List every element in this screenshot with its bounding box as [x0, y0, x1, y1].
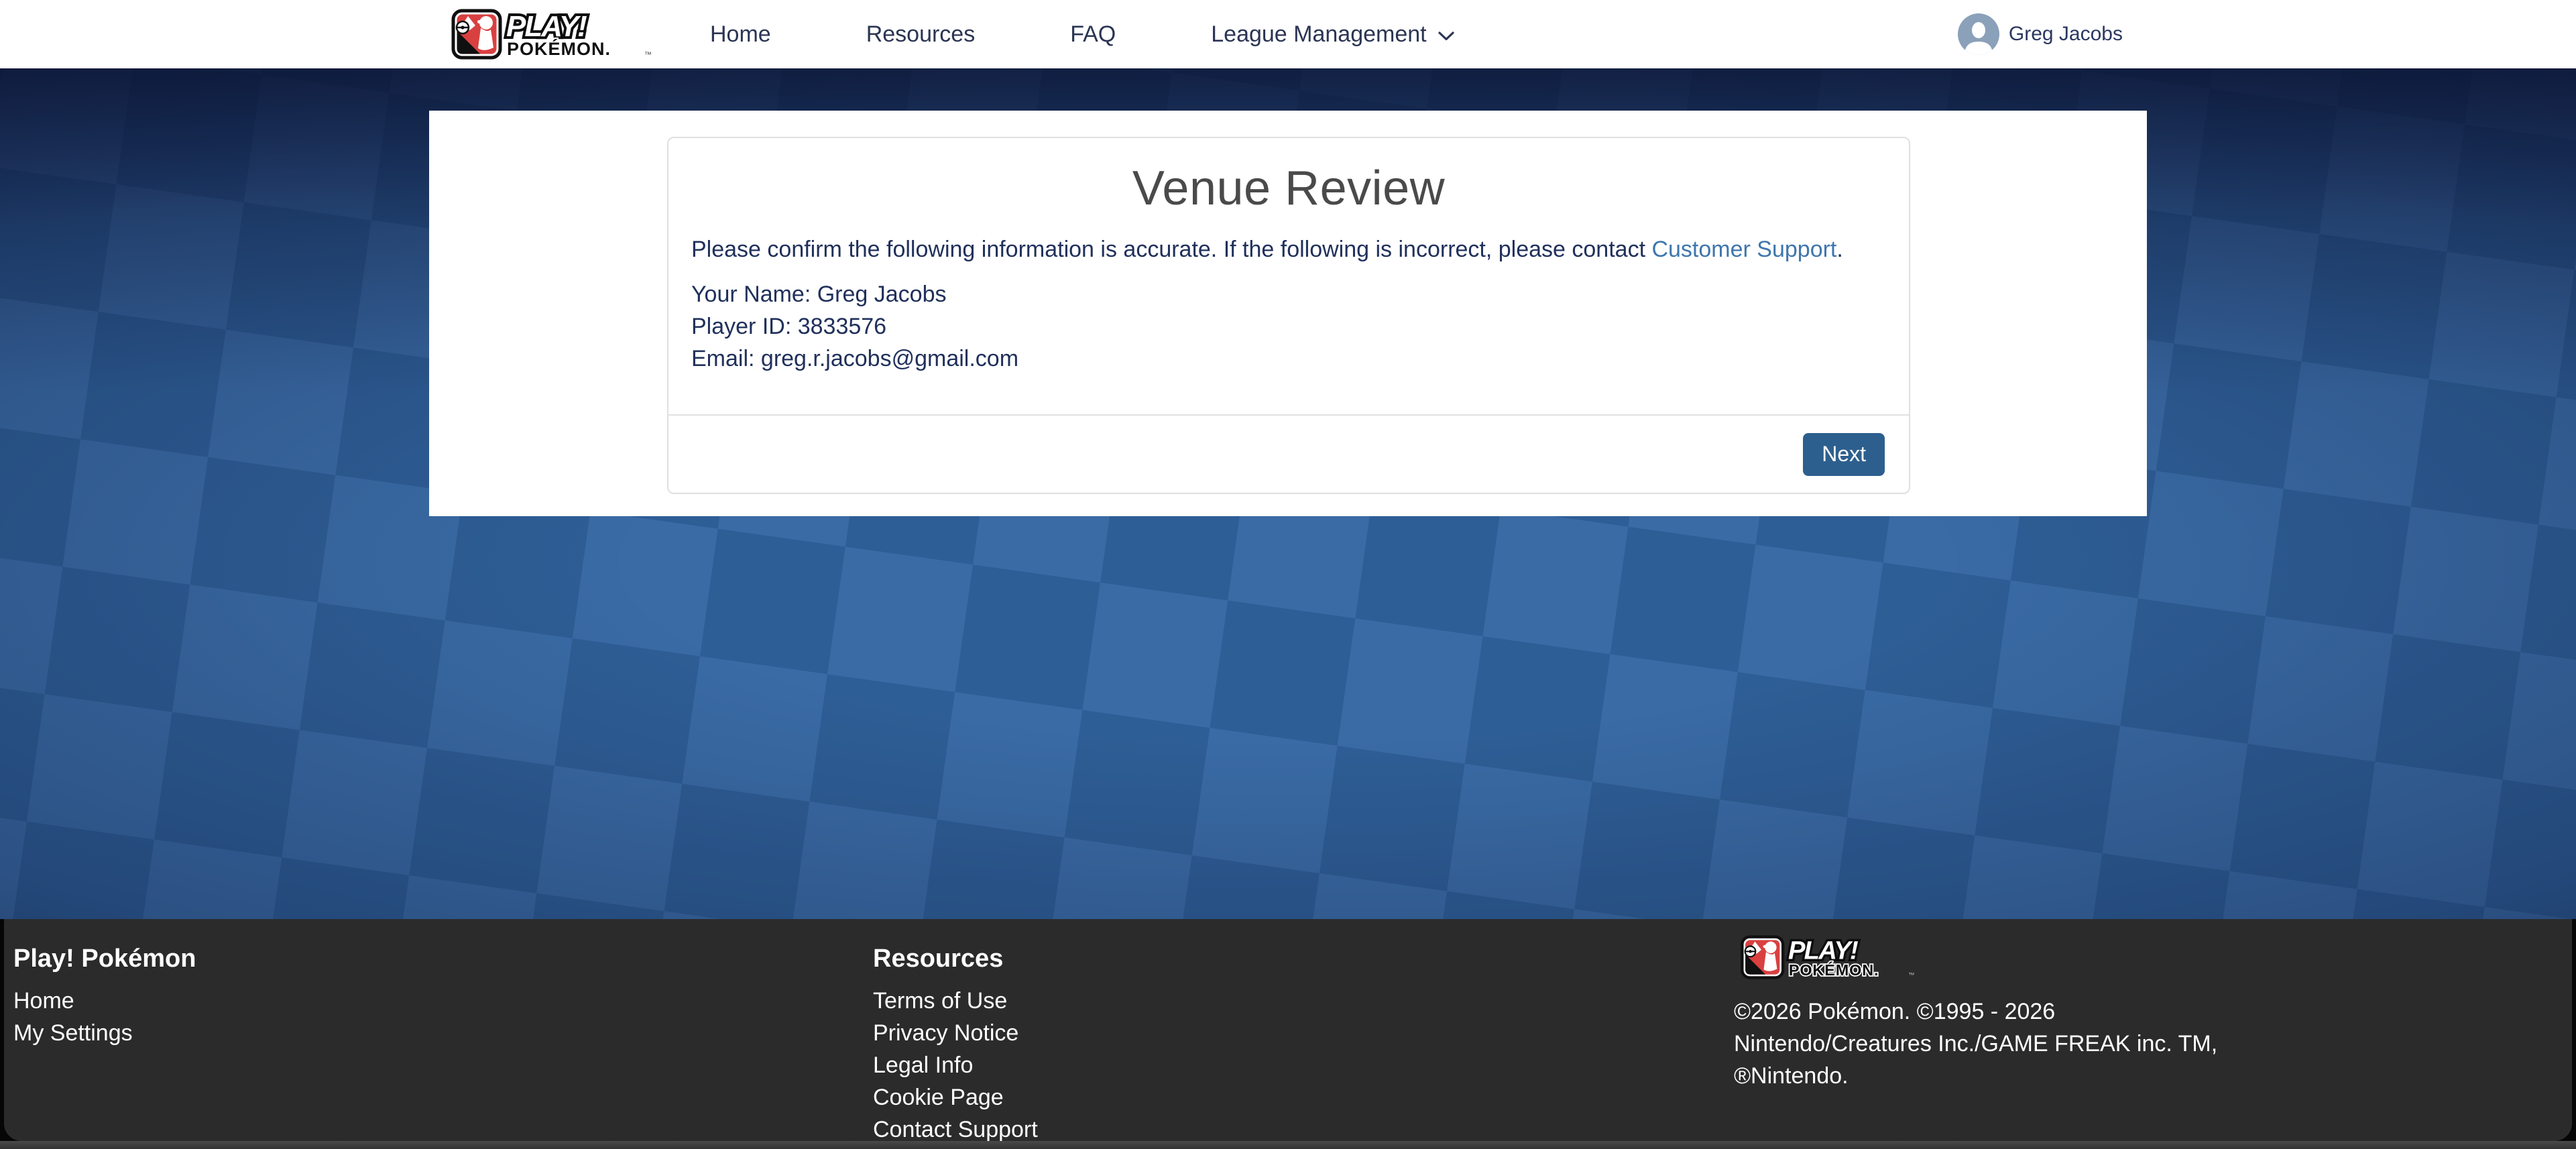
footer-link-cookie-page[interactable]: Cookie Page	[873, 1081, 1004, 1113]
main-nav: Home Resources FAQ League Management	[662, 0, 1503, 68]
footer-play-pokemon-logo: PLAY! POKÉMON. ™	[1734, 935, 1922, 979]
footer-column-play-pokemon: Play! Pokémon Home My Settings	[13, 943, 196, 1049]
footer-link-terms-of-use[interactable]: Terms of Use	[873, 985, 1007, 1017]
venue-review-card-body: Venue Review Please confirm the followin…	[668, 138, 1909, 375]
page-title: Venue Review	[691, 161, 1886, 216]
navbar-inner: PLAY! POKÉMON. ™ Home Resources FAQ Leag…	[0, 0, 2576, 68]
chevron-down-icon	[1438, 31, 1455, 42]
nav-item-home[interactable]: Home	[662, 0, 819, 68]
footer-column-legal: PLAY! POKÉMON. ™ ©2026 Pokémon. ©1995 - …	[1734, 943, 2217, 1092]
player-info: Your Name: Greg Jacobs Player ID: 383357…	[691, 278, 1886, 375]
footer-heading-play-pokemon: Play! Pokémon	[13, 943, 196, 974]
footer-bottom-strip	[0, 1141, 2576, 1149]
player-name-line: Your Name: Greg Jacobs	[691, 278, 1886, 310]
nav-item-faq[interactable]: FAQ	[1022, 0, 1163, 68]
user-name: Greg Jacobs	[2009, 23, 2123, 46]
confirm-instructions-period: .	[1836, 237, 1842, 262]
confirm-instructions-text: Please confirm the following information…	[691, 237, 1651, 262]
page-footer: Play! Pokémon Home My Settings Resources…	[0, 919, 2576, 1149]
copyright-text: ©2026 Pokémon. ©1995 - 2026 Nintendo/Cre…	[1734, 995, 2217, 1092]
nav-item-league-management[interactable]: League Management	[1163, 0, 1502, 68]
next-button[interactable]: Next	[1803, 433, 1885, 476]
footer-panel: Play! Pokémon Home My Settings Resources…	[4, 919, 2572, 1141]
nav-item-resources[interactable]: Resources	[819, 0, 1023, 68]
player-id-line: Player ID: 3833576	[691, 310, 1886, 343]
top-navbar: PLAY! POKÉMON. ™ Home Resources FAQ Leag…	[0, 0, 2576, 68]
copyright-line-1: ©2026 Pokémon. ©1995 - 2026	[1734, 995, 2217, 1028]
venue-review-card-footer: Next	[668, 414, 1909, 493]
footer-link-home[interactable]: Home	[13, 985, 74, 1017]
footer-logo-tm-mark: ™	[1908, 972, 1915, 979]
footer-links-play-pokemon: Home My Settings	[13, 985, 196, 1049]
player-email-line: Email: greg.r.jacobs@gmail.com	[691, 343, 1886, 375]
footer-link-privacy-notice[interactable]: Privacy Notice	[873, 1017, 1018, 1049]
user-avatar-icon	[1958, 13, 1999, 55]
play-pokemon-logo[interactable]: PLAY! POKÉMON. ™	[449, 9, 654, 60]
footer-column-resources: Resources Terms of Use Privacy Notice Le…	[873, 943, 1038, 1141]
footer-links-resources: Terms of Use Privacy Notice Legal Info C…	[873, 985, 1038, 1141]
content-panel: Venue Review Please confirm the followin…	[429, 111, 2147, 516]
logo-pokemon-text: POKÉMON.	[507, 38, 611, 59]
copyright-line-2: Nintendo/Creatures Inc./GAME FREAK inc. …	[1734, 1028, 2217, 1060]
footer-heading-resources: Resources	[873, 943, 1038, 974]
user-menu-button[interactable]: Greg Jacobs	[1958, 13, 2123, 55]
customer-support-link[interactable]: Customer Support	[1651, 237, 1836, 262]
play-pokemon-logo-icon: PLAY! POKÉMON. ™	[449, 9, 654, 60]
footer-link-my-settings[interactable]: My Settings	[13, 1017, 133, 1049]
footer-logo-pokemon-text: POKÉMON.	[1789, 961, 1879, 979]
copyright-line-3: ®Nintendo.	[1734, 1060, 2217, 1092]
venue-review-card: Venue Review Please confirm the followin…	[667, 137, 1910, 494]
nav-item-league-management-label: League Management	[1211, 21, 1426, 48]
footer-link-legal-info[interactable]: Legal Info	[873, 1049, 973, 1081]
main-area: Venue Review Please confirm the followin…	[0, 68, 2576, 919]
logo-tm-mark: ™	[644, 51, 652, 59]
footer-link-contact-support[interactable]: Contact Support	[873, 1113, 1038, 1141]
confirm-instructions: Please confirm the following information…	[691, 233, 1886, 266]
logo-play-text: PLAY!	[506, 10, 587, 43]
